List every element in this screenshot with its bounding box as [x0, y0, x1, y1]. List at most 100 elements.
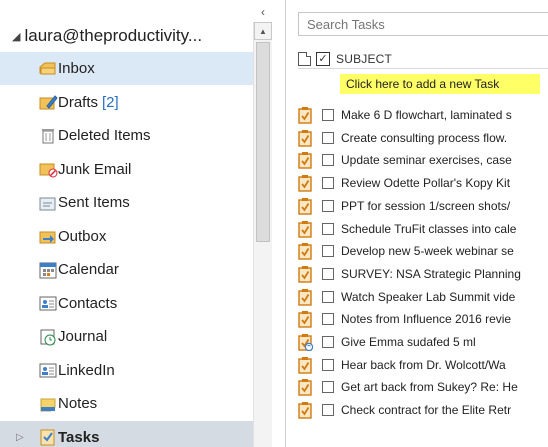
folder-item-contacts[interactable]: Contacts [0, 287, 253, 320]
deleted-items-icon [38, 126, 58, 146]
task-row[interactable]: Create consulting process flow. [298, 127, 548, 149]
task-subject: Get art back from Sukey? Re: He [341, 380, 518, 395]
folder-label: Notes [58, 395, 97, 412]
folder-item-calendar[interactable]: Calendar [0, 253, 253, 286]
task-icon [298, 220, 313, 238]
task-subject: Schedule TruFit classes into cale [341, 221, 517, 236]
outbox-icon [38, 226, 58, 246]
collapse-pane-icon[interactable]: ‹ [257, 5, 269, 19]
task-row[interactable]: Update seminar exercises, case [298, 149, 548, 171]
task-complete-checkbox[interactable] [322, 131, 334, 144]
task-subject: Give Emma sudafed 5 ml [341, 335, 476, 349]
task-complete-checkbox[interactable] [322, 154, 334, 167]
expanded-triangle-icon[interactable]: ◢ [12, 30, 20, 43]
task-row[interactable]: Get art back from Sukey? Re: He [298, 376, 548, 398]
task-row[interactable]: Develop new 5-week webinar se [298, 240, 548, 262]
folder-label-text: Sent Items [58, 194, 130, 211]
scroll-up-icon[interactable]: ▲ [254, 22, 272, 40]
folder-label-text: Calendar [58, 261, 119, 278]
task-subject: Make 6 D flowchart, laminated s [341, 108, 512, 122]
folder-item-deleted-items[interactable]: Deleted Items [0, 119, 253, 152]
folder-item-outbox[interactable]: Outbox [0, 220, 253, 253]
folder-item-journal[interactable]: Journal [0, 320, 253, 353]
subject-column-header[interactable]: SUBJECT [336, 52, 392, 66]
tasks-icon [38, 427, 58, 447]
task-row[interactable]: Notes from Influence 2016 revie [298, 308, 548, 330]
task-row[interactable]: SURVEY: NSA Strategic Planning [298, 263, 548, 285]
folder-label: Sent Items [58, 194, 130, 211]
task-complete-checkbox[interactable] [322, 222, 334, 235]
task-subject: Watch Speaker Lab Summit vide [341, 289, 516, 304]
task-complete-checkbox[interactable] [322, 404, 334, 417]
folder-label: Inbox [58, 60, 95, 77]
drafts-icon [38, 92, 58, 112]
column-header: ✓ SUBJECT [298, 49, 548, 69]
task-icon [298, 265, 313, 283]
folder-pane: ◢ laura@theproductivity... Inbox Drafts [2… [0, 0, 253, 447]
junk-email-icon [38, 159, 58, 179]
folder-label: Tasks [58, 429, 99, 446]
folder-item-notes[interactable]: Notes [0, 387, 253, 420]
task-row[interactable]: Make 6 D flowchart, laminated s [298, 104, 548, 126]
folder-label: Contacts [58, 295, 117, 312]
scroll-thumb[interactable] [256, 42, 270, 242]
folder-label-text: Deleted Items [58, 127, 151, 144]
task-subject: Notes from Influence 2016 revie [341, 312, 512, 327]
task-complete-checkbox[interactable] [322, 336, 334, 348]
task-complete-checkbox[interactable] [322, 267, 334, 280]
task-row[interactable]: Hear back from Dr. Wolcott/Wa [298, 354, 548, 376]
task-complete-checkbox[interactable] [322, 199, 334, 212]
task-row[interactable]: PPT for session 1/screen shots/ [298, 195, 548, 217]
folder-scrollbar[interactable]: ▲ [253, 22, 272, 447]
task-complete-checkbox[interactable] [322, 381, 334, 394]
folder-label-text: Notes [58, 395, 98, 412]
task-row[interactable]: Schedule TruFit classes into cale [298, 218, 548, 240]
task-subject: Check contract for the Elite Retr [341, 403, 512, 418]
task-complete-checkbox[interactable] [322, 245, 334, 258]
folder-label: Journal [58, 328, 107, 345]
account-name: laura@theproductivity... [24, 26, 203, 45]
folder-label-text: Outbox [58, 227, 107, 245]
task-icon [298, 288, 313, 306]
task-icon [298, 106, 313, 124]
recurring-task-icon [298, 333, 314, 352]
task-row[interactable]: Watch Speaker Lab Summit vide [298, 286, 548, 308]
task-complete-checkbox[interactable] [322, 290, 334, 303]
calendar-icon [38, 260, 58, 280]
folder-label: LinkedIn [58, 362, 115, 379]
task-subject: PPT for session 1/screen shots/ [341, 198, 511, 213]
folder-item-drafts[interactable]: Drafts [2] [0, 86, 253, 119]
task-icon [298, 174, 313, 192]
folder-label-text: Contacts [58, 294, 118, 312]
add-new-task-field[interactable]: Click here to add a new Task [340, 74, 540, 94]
folder-item-inbox[interactable]: Inbox [0, 52, 253, 85]
notes-icon [38, 394, 58, 414]
task-row[interactable]: Give Emma sudafed 5 ml [298, 331, 548, 353]
folder-label-text: Junk Email [58, 160, 132, 178]
collapsed-triangle-icon[interactable]: ▷ [16, 432, 24, 443]
complete-column-icon[interactable]: ✓ [316, 51, 330, 66]
folder-item-junk-email[interactable]: Junk Email [0, 153, 253, 186]
search-input[interactable] [298, 12, 548, 36]
task-complete-checkbox[interactable] [322, 313, 334, 326]
folder-label: Drafts [2] [58, 94, 119, 111]
task-subject: Develop new 5-week webinar se [341, 244, 514, 259]
folder-item-tasks[interactable]: ▷ Tasks [0, 420, 253, 447]
task-row[interactable]: Check contract for the Elite Retr [298, 399, 548, 421]
task-icon [298, 197, 313, 215]
folder-label-text: LinkedIn [58, 361, 115, 379]
task-type-column-icon[interactable] [298, 51, 311, 66]
task-complete-checkbox[interactable] [322, 177, 334, 190]
task-complete-checkbox[interactable] [322, 358, 334, 371]
sent-items-icon [38, 193, 58, 213]
task-subject: Review Odette Pollar's Kopy Kit [341, 176, 511, 191]
account-header[interactable]: ◢ laura@theproductivity... [12, 25, 202, 47]
folder-item-sent-items[interactable]: Sent Items [0, 186, 253, 219]
contacts-icon [38, 293, 58, 313]
pane-divider[interactable] [285, 0, 286, 447]
task-icon [298, 129, 313, 147]
task-complete-checkbox[interactable] [322, 109, 334, 121]
folder-item-linkedin[interactable]: LinkedIn [0, 354, 253, 387]
task-row[interactable]: Review Odette Pollar's Kopy Kit [298, 172, 548, 194]
journal-icon [38, 327, 58, 347]
